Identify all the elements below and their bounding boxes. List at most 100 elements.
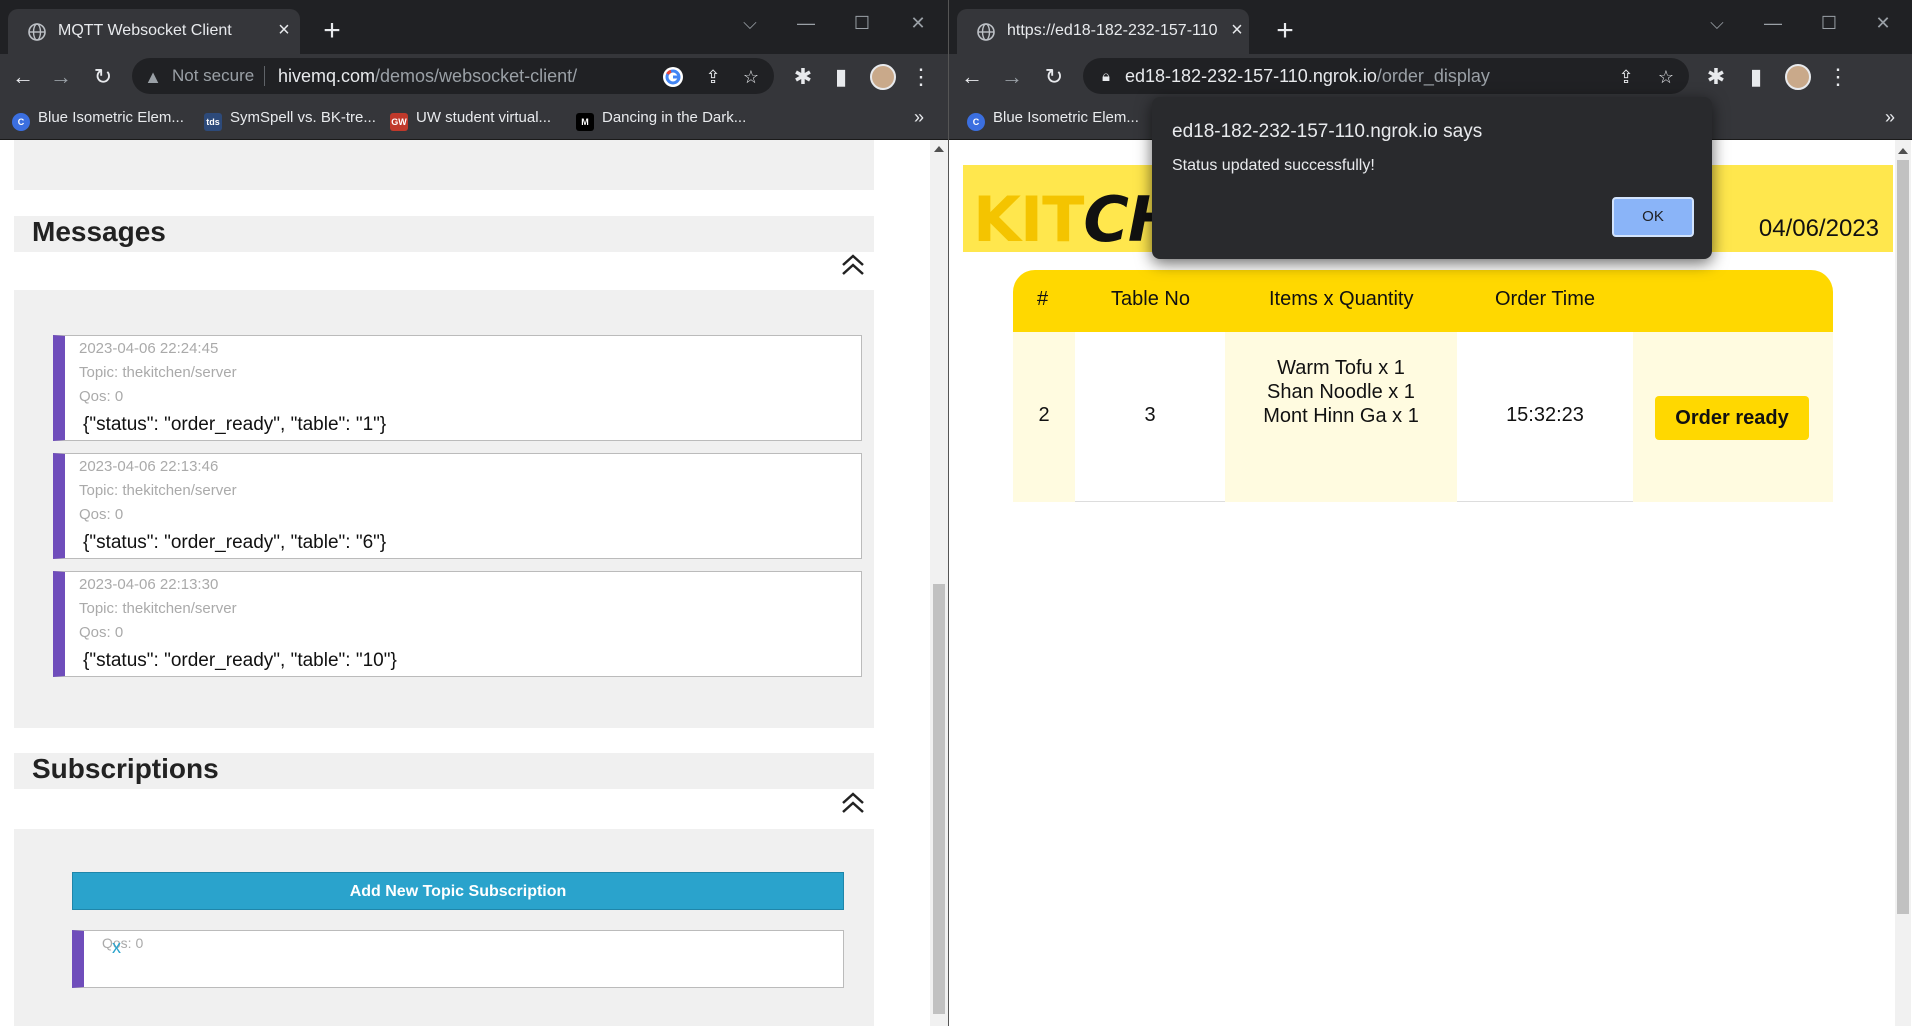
menu-kebab-icon[interactable]: ⋮ (1821, 60, 1855, 94)
extensions-puzzle-icon[interactable]: ✱ (1699, 60, 1733, 94)
orders-table-header: # Table No Items x Quantity Order Time (1013, 270, 1833, 332)
order-time: 15:32:23 (1506, 404, 1584, 426)
order-ready-button[interactable]: Order ready (1655, 396, 1809, 440)
message-qos: Qos: 0 (79, 624, 124, 641)
bookmark-item[interactable]: tds SymSpell vs. BK-tre... (204, 109, 376, 131)
forward-arrow-icon[interactable]: → (44, 60, 78, 94)
security-label: Not secure (172, 66, 255, 85)
share-icon[interactable]: ⇪ (700, 64, 726, 90)
browser-toolbar: ← → ↻ 🔒︎ ed18-182-232-157-110.ngrok.io/o… (949, 54, 1912, 99)
maximize-button[interactable]: ☐ (842, 8, 882, 38)
close-window-button[interactable]: ✕ (898, 8, 938, 38)
items-list: Warm Tofu x 1 Shan Noodle x 1 Mont Hinn … (1225, 356, 1457, 428)
maximize-button[interactable]: ☐ (1809, 8, 1849, 38)
page-scrollbar[interactable] (930, 140, 948, 1026)
tab-mqtt-client[interactable]: MQTT Websocket Client × (8, 9, 300, 54)
message-timestamp: 2023-04-06 22:13:30 (79, 576, 219, 593)
address-bar[interactable]: 🔒︎ ed18-182-232-157-110.ngrok.io/order_d… (1083, 58, 1689, 94)
messages-panel: 2023-04-06 22:24:45 Topic: thekitchen/se… (14, 290, 874, 728)
kitchen-order-page: KITCHE 04/06/2023 # Table No Items x Qua… (949, 140, 1895, 1026)
subscription-item[interactable]: Qos: 0 x (72, 930, 844, 988)
menu-kebab-icon[interactable]: ⋮ (904, 60, 938, 94)
message-timestamp: 2023-04-06 22:24:45 (79, 340, 219, 357)
subscription-qos: Qos: 0 (102, 935, 144, 951)
bookmarks-bar: C Blue Isometric Elem... tds SymSpell vs. … (0, 99, 948, 140)
page-scrollbar[interactable] (1895, 140, 1911, 1026)
message-qos: Qos: 0 (79, 506, 124, 523)
remove-subscription-icon[interactable]: x (112, 937, 121, 958)
tab-title: MQTT Websocket Client (58, 22, 232, 39)
bookmark-item[interactable]: C Blue Isometric Elem... (12, 109, 184, 131)
cell-items: Warm Tofu x 1 Shan Noodle x 1 Mont Hinn … (1225, 332, 1457, 502)
message-item[interactable]: 2023-04-06 22:13:30 Topic: thekitchen/se… (53, 571, 862, 677)
reload-icon[interactable]: ↻ (86, 60, 120, 94)
header-table-no: Table No (1111, 288, 1190, 310)
extensions-puzzle-icon[interactable]: ✱ (786, 60, 820, 94)
message-payload: {"status": "order_ready", "table": "6"} (83, 532, 387, 553)
scrollbar-thumb[interactable] (1897, 160, 1909, 914)
message-topic: Topic: thekitchen/server (79, 482, 237, 499)
chevron-down-icon[interactable]: ⌵ (730, 8, 770, 38)
url-host: ed18-182-232-157-110.ngrok.io (1125, 66, 1377, 86)
header-number: # (1037, 288, 1049, 310)
logo-text-yellow: KIT (973, 183, 1084, 256)
side-panel-icon[interactable]: ▮ (824, 60, 858, 94)
google-icon[interactable] (660, 64, 686, 90)
profile-avatar[interactable] (1781, 60, 1815, 94)
close-icon[interactable]: × (272, 18, 296, 42)
scrollbar-thumb[interactable] (933, 584, 945, 1014)
message-topic: Topic: thekitchen/server (79, 600, 237, 617)
address-bar[interactable]: ▲ Not secure hivemq.com/demos/websocket-… (132, 58, 774, 94)
url-path: /order_display (1376, 66, 1490, 86)
profile-avatar[interactable] (866, 60, 900, 94)
back-arrow-icon[interactable]: ← (955, 60, 989, 94)
bookmark-label: Blue Isometric Elem... (38, 109, 184, 126)
mqtt-client-page: Messages 2023-04-06 22:24:45 Topic: thek… (0, 140, 930, 1026)
close-window-button[interactable]: ✕ (1863, 8, 1903, 38)
tab-order-display[interactable]: https://ed18-182-232-157-110.ngrok.io/or… (957, 9, 1249, 54)
share-icon[interactable]: ⇪ (1613, 64, 1639, 90)
top-panel (14, 140, 874, 190)
star-icon[interactable]: ☆ (1653, 64, 1679, 90)
collapse-chevron-icon[interactable] (838, 790, 868, 820)
close-icon[interactable]: × (1225, 18, 1249, 42)
subscriptions-panel: Add New Topic Subscription Qos: 0 x (14, 829, 874, 1026)
dialog-message: Status updated successfully! (1172, 157, 1375, 174)
star-icon[interactable]: ☆ (738, 64, 764, 90)
bookmark-label: Blue Isometric Elem... (993, 109, 1139, 126)
forward-arrow-icon[interactable]: → (995, 60, 1029, 94)
item-line: Mont Hinn Ga x 1 (1263, 405, 1419, 427)
new-tab-button[interactable]: + (1271, 16, 1299, 46)
chevron-double-right-icon[interactable]: » (914, 107, 924, 128)
bookmark-item[interactable]: C Blue Isometric Elem... (967, 109, 1139, 131)
chevron-double-right-icon[interactable]: » (1885, 107, 1895, 128)
ok-button[interactable]: OK (1612, 197, 1694, 237)
alert-dialog: ed18-182-232-157-110.ngrok.io says Statu… (1152, 97, 1712, 259)
new-tab-button[interactable]: + (318, 16, 346, 46)
scroll-up-arrow-icon[interactable] (1898, 148, 1908, 154)
side-panel-icon[interactable]: ▮ (1739, 60, 1773, 94)
bookmark-item[interactable]: GW UW student virtual... (390, 109, 551, 131)
message-item[interactable]: 2023-04-06 22:13:46 Topic: thekitchen/se… (53, 453, 862, 559)
cell-table-no: 3 (1075, 332, 1225, 502)
header-order-time: Order Time (1495, 288, 1596, 310)
bookmark-label: UW student virtual... (416, 109, 552, 126)
order-number: 2 (1038, 404, 1050, 426)
item-line: Warm Tofu x 1 (1277, 357, 1405, 379)
minimize-button[interactable]: — (786, 8, 826, 38)
messages-title: Messages (32, 216, 166, 247)
message-item[interactable]: 2023-04-06 22:24:45 Topic: thekitchen/se… (53, 335, 862, 441)
scroll-up-arrow-icon[interactable] (934, 146, 944, 152)
bookmark-label: SymSpell vs. BK-tre... (230, 109, 376, 126)
url-text: ed18-182-232-157-110.ngrok.io/order_disp… (1125, 66, 1490, 87)
url-path: /demos/websocket-client/ (375, 66, 578, 86)
header-items-quantity: Items x Quantity (1269, 288, 1414, 310)
collapse-chevron-icon[interactable] (838, 252, 868, 282)
minimize-button[interactable]: — (1753, 8, 1793, 38)
back-arrow-icon[interactable]: ← (6, 60, 40, 94)
bookmark-item[interactable]: M Dancing in the Dark... (576, 109, 746, 131)
divider (264, 66, 265, 86)
reload-icon[interactable]: ↻ (1037, 60, 1071, 94)
chevron-down-icon[interactable]: ⌵ (1697, 8, 1737, 38)
add-topic-subscription-button[interactable]: Add New Topic Subscription (72, 872, 844, 910)
